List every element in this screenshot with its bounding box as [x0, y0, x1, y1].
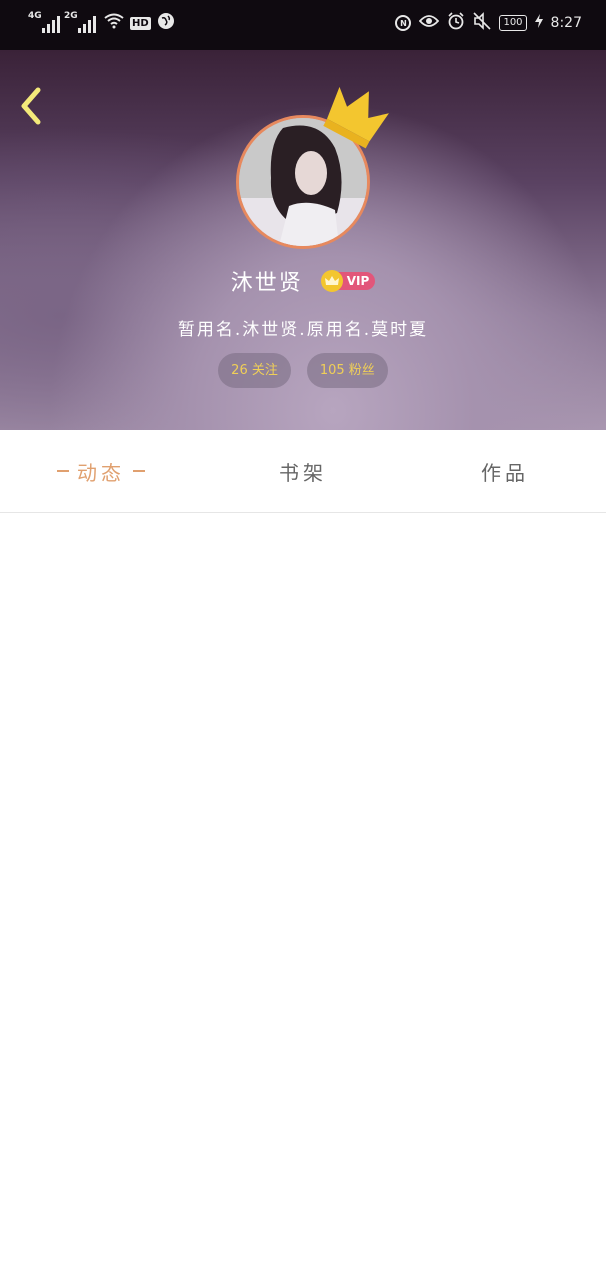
back-button[interactable] [18, 86, 48, 126]
clock-time: 8:27 [550, 15, 582, 31]
tab-content-area [0, 513, 606, 1280]
vip-badge: VIP [320, 270, 376, 292]
name-row: 沐世贤 VIP [0, 265, 606, 297]
tab-label: 作品 [481, 460, 529, 485]
status-bar-right: N 100 8:27 [395, 12, 582, 34]
tab-bookshelf[interactable]: 书架 [202, 430, 404, 512]
chevron-left-icon [21, 87, 41, 125]
mute-icon [473, 12, 492, 34]
stats-row: 26 关注 105 粉丝 [0, 353, 606, 388]
status-bar: 4G 2G HD N 100 8:27 [0, 0, 606, 50]
tab-label: 书架 [279, 460, 327, 485]
tab-indicator-right [133, 470, 145, 472]
profile-header: 沐世贤 VIP 暂用名.沐世贤.原用名.莫时夏 26 关注 105 粉丝 [0, 50, 606, 430]
status-bar-left: 4G 2G HD [28, 11, 175, 34]
battery-icon: 100 [499, 15, 527, 31]
crown-icon [323, 86, 389, 149]
profile-bio: 暂用名.沐世贤.原用名.莫时夏 [177, 320, 429, 340]
signal-4g-icon: 4G [28, 11, 60, 33]
charging-icon [534, 14, 543, 32]
hd-icon: HD [130, 16, 151, 30]
tab-label: 动态 [77, 460, 125, 485]
eye-icon [419, 14, 440, 32]
signal-2g-label: 2G [64, 11, 78, 21]
nfc-icon: N [395, 15, 412, 31]
following-pill[interactable]: 26 关注 [218, 353, 291, 388]
signal-4g-label: 4G [28, 11, 42, 21]
globe-icon [157, 12, 175, 34]
wifi-icon [104, 13, 124, 33]
username: 沐世贤 [230, 271, 303, 296]
vip-crown-icon [320, 270, 343, 292]
tab-bar: 动态 书架 作品 [0, 430, 606, 513]
tab-works[interactable]: 作品 [404, 430, 606, 512]
tab-indicator-left [57, 470, 69, 472]
tab-activity[interactable]: 动态 [0, 430, 202, 512]
signal-2g-icon: 2G [64, 11, 98, 33]
alarm-icon [447, 12, 465, 34]
fans-pill[interactable]: 105 粉丝 [306, 353, 388, 388]
